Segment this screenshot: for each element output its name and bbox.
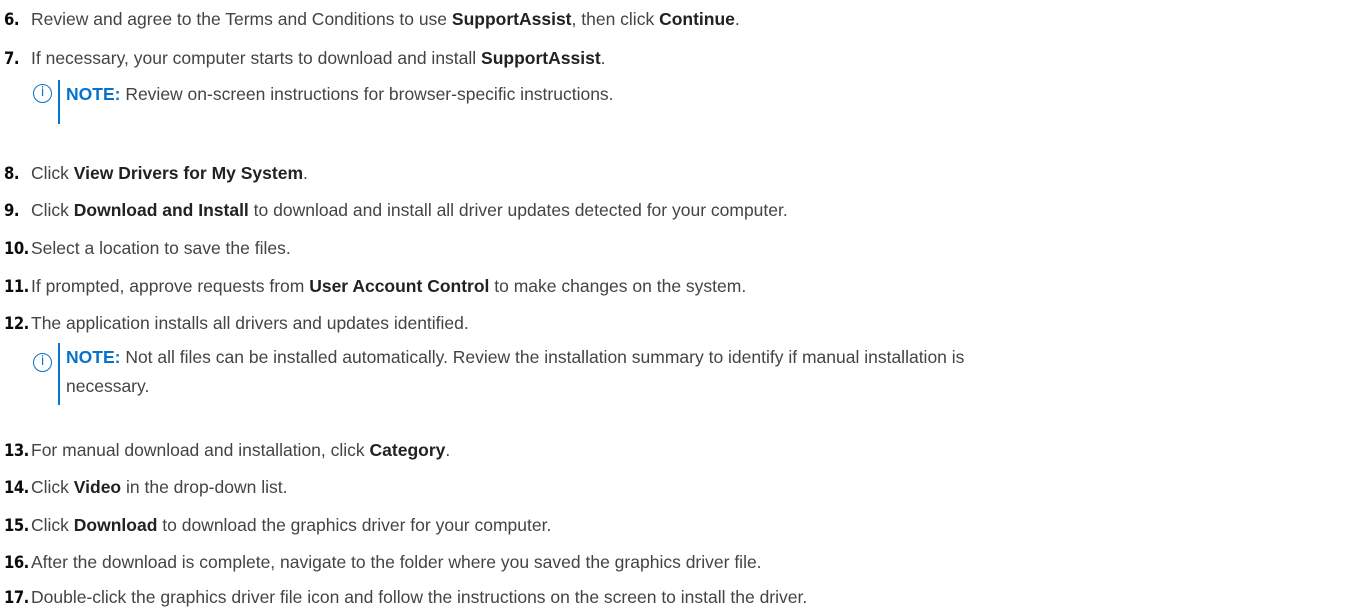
step-number: 6.	[4, 10, 19, 29]
step-text: After the download is complete, navigate…	[31, 552, 762, 572]
step-text: The application installs all drivers and…	[31, 313, 469, 333]
step-10: 10. Select a location to save the files.	[4, 236, 291, 260]
step-8: 8. Click View Drivers for My System.	[4, 161, 308, 185]
step-15: 15. Click Download to download the graphi…	[4, 513, 551, 537]
step-bold-term: Category	[369, 440, 446, 460]
step-number: 10.	[4, 239, 29, 258]
step-number: 16.	[4, 553, 29, 572]
step-text: .	[734, 9, 740, 29]
step-12: 12. The application installs all drivers …	[4, 311, 469, 335]
step-number: 11.	[4, 277, 29, 296]
step-16: 16. After the download is complete, navig…	[4, 550, 762, 574]
note-callout: i NOTE: Not all files can be installed a…	[33, 343, 964, 405]
step-text: .	[445, 440, 451, 460]
step-6: 6. Review and agree to the Terms and Cond…	[4, 7, 740, 31]
step-text: Click	[31, 200, 74, 220]
step-number: 17.	[4, 588, 29, 607]
step-text: Double-click the graphics driver file ic…	[31, 587, 808, 607]
step-text: Click	[31, 477, 74, 497]
step-number: 9.	[4, 201, 19, 220]
step-text: to download and install all driver updat…	[248, 200, 788, 220]
step-bold-term: Continue	[659, 9, 735, 29]
step-9: 9. Click Download and Install to download…	[4, 198, 788, 222]
note-content: Not all files can be installed automatic…	[120, 347, 965, 367]
note-text: NOTE: Not all files can be installed aut…	[66, 343, 964, 401]
step-number: 13.	[4, 441, 29, 460]
step-bold-term: Download	[73, 515, 158, 535]
note-divider	[58, 343, 60, 405]
step-number: 7.	[4, 49, 19, 68]
step-number: 12.	[4, 314, 29, 333]
note-text: NOTE: Review on-screen instructions for …	[66, 80, 614, 109]
step-number: 14.	[4, 478, 29, 497]
note-content: necessary.	[66, 376, 150, 396]
step-number: 8.	[4, 164, 19, 183]
info-circle-icon: i	[33, 353, 52, 372]
step-text: If prompted, approve requests from	[31, 276, 310, 296]
note-label: NOTE:	[66, 347, 121, 367]
step-bold-term: Video	[73, 477, 122, 497]
step-7: 7. If necessary, your computer starts to …	[4, 46, 606, 70]
step-text: For manual download and installation, cl…	[31, 440, 370, 460]
step-text: to download the graphics driver for your…	[157, 515, 552, 535]
step-text: to make changes on the system.	[489, 276, 747, 296]
step-text: .	[303, 163, 308, 183]
step-number: 15.	[4, 516, 29, 535]
step-text: Click	[31, 163, 74, 183]
step-text: .	[600, 48, 606, 68]
note-divider	[58, 80, 60, 124]
step-11: 11. If prompted, approve requests from Us…	[4, 274, 746, 298]
info-circle-icon: i	[33, 84, 52, 103]
step-text: , then click	[571, 9, 660, 29]
step-bold-term: SupportAssist	[451, 9, 572, 29]
step-14: 14. Click Video in the drop-down list.	[4, 475, 287, 499]
step-text: Review and agree to the Terms and Condit…	[31, 9, 452, 29]
note-callout: i NOTE: Review on-screen instructions fo…	[33, 80, 614, 124]
note-label: NOTE:	[66, 84, 121, 104]
step-text: in the drop-down list.	[121, 477, 288, 497]
step-bold-term: View Drivers for My System	[73, 163, 304, 183]
note-content: Review on-screen instructions for browse…	[120, 84, 614, 104]
step-bold-term: User Account Control	[309, 276, 490, 296]
step-text: If necessary, your computer starts to do…	[31, 48, 482, 68]
step-text: Select a location to save the files.	[31, 238, 291, 258]
step-bold-term: Download and Install	[73, 200, 249, 220]
step-17: 17. Double-click the graphics driver file…	[4, 585, 807, 609]
step-text: Click	[31, 515, 74, 535]
step-bold-term: SupportAssist	[481, 48, 601, 68]
step-13: 13. For manual download and installation,…	[4, 438, 450, 462]
